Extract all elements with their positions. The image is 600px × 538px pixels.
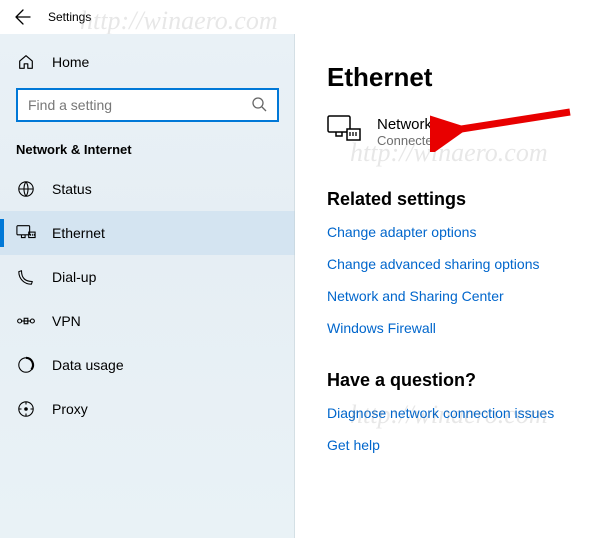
- nav-status[interactable]: Status: [0, 167, 295, 211]
- link-firewall[interactable]: Windows Firewall: [327, 320, 576, 336]
- nav-proxy[interactable]: Proxy: [0, 387, 295, 431]
- sidebar: Home Network & Internet Status: [0, 34, 295, 538]
- network-status: Connected: [377, 133, 440, 148]
- page-title: Ethernet: [327, 62, 576, 93]
- nav-label: Proxy: [52, 401, 88, 417]
- window-body: Home Network & Internet Status: [0, 34, 600, 538]
- network-card[interactable]: Network Connected: [327, 115, 576, 149]
- globe-icon: [16, 179, 36, 199]
- back-button[interactable]: [6, 0, 40, 34]
- nav-datausage[interactable]: Data usage: [0, 343, 295, 387]
- sidebar-category: Network & Internet: [0, 126, 295, 167]
- phone-icon: [16, 267, 36, 287]
- search-box[interactable]: [16, 88, 279, 122]
- nav-label: Ethernet: [52, 225, 105, 241]
- nav-dialup[interactable]: Dial-up: [0, 255, 295, 299]
- nav-home-label: Home: [52, 54, 89, 70]
- search-wrap: [16, 88, 279, 122]
- proxy-icon: [16, 399, 36, 419]
- link-sharing-options[interactable]: Change advanced sharing options: [327, 256, 576, 272]
- network-name: Network: [377, 116, 440, 133]
- nav-vpn[interactable]: VPN: [0, 299, 295, 343]
- search-input[interactable]: [28, 97, 251, 113]
- network-text: Network Connected: [377, 116, 440, 148]
- related-settings-header: Related settings: [327, 189, 576, 210]
- link-sharing-center[interactable]: Network and Sharing Center: [327, 288, 576, 304]
- question-section: Have a question? Diagnose network connec…: [327, 370, 576, 453]
- home-icon: [16, 52, 36, 72]
- content-pane: Ethernet Network Connected Related setti…: [295, 34, 600, 538]
- link-diagnose[interactable]: Diagnose network connection issues: [327, 405, 576, 421]
- search-icon: [251, 96, 269, 114]
- nav-home[interactable]: Home: [0, 40, 295, 84]
- titlebar: Settings: [0, 0, 600, 34]
- link-get-help[interactable]: Get help: [327, 437, 576, 453]
- question-header: Have a question?: [327, 370, 576, 391]
- window-title: Settings: [48, 10, 91, 24]
- nav-label: Data usage: [52, 357, 124, 373]
- ethernet-icon: [16, 223, 36, 243]
- vpn-icon: [16, 311, 36, 331]
- ethernet-icon: [327, 115, 361, 149]
- nav-label: Status: [52, 181, 92, 197]
- nav-ethernet[interactable]: Ethernet: [0, 211, 295, 255]
- nav-label: Dial-up: [52, 269, 96, 285]
- arrow-left-icon: [15, 9, 31, 25]
- settings-window: W http://winaero.com http://winaero.com …: [0, 0, 600, 538]
- nav-label: VPN: [52, 313, 81, 329]
- data-usage-icon: [16, 355, 36, 375]
- link-adapter-options[interactable]: Change adapter options: [327, 224, 576, 240]
